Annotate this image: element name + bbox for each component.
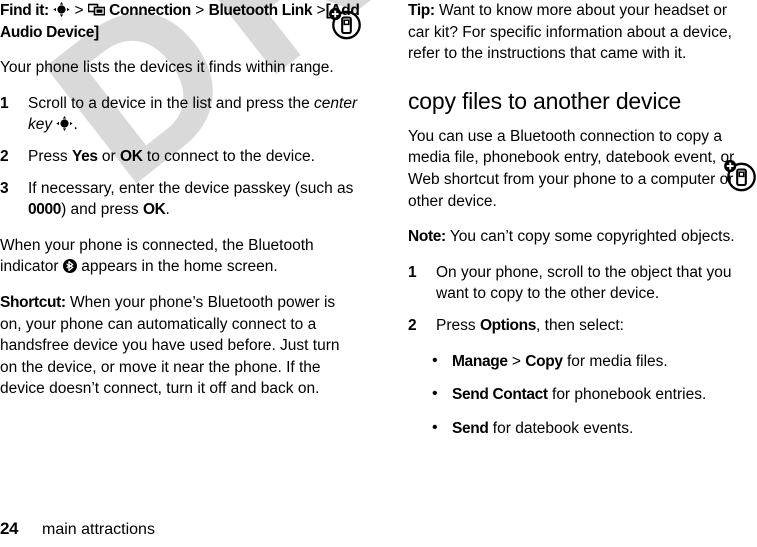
step-text-post: , then select:	[536, 316, 624, 334]
tip-paragraph: Tip: Want to know more about your headse…	[408, 0, 746, 65]
chapter-name: main attractions	[42, 521, 155, 538]
find-it-item-2: Bluetooth Link	[208, 2, 313, 19]
right-intro-paragraph: You can use a Bluetooth connection to co…	[408, 127, 735, 210]
find-it-separator-1: >	[74, 2, 84, 19]
add-audio-device-icon	[722, 158, 757, 194]
step-number: 3	[0, 179, 9, 197]
note-label: Note:	[408, 228, 446, 246]
step-number: 1	[408, 263, 417, 281]
step-passkey-value: 0000	[28, 201, 62, 219]
step-number: 2	[0, 147, 9, 165]
bt-paragraph-post: appears in the home screen.	[76, 258, 278, 276]
step-text-pre: Press	[28, 147, 72, 165]
step-item: 3 If necessary, enter the device passkey…	[0, 178, 360, 221]
step-item: 1 Scroll to a device in the list and pre…	[0, 93, 360, 136]
bullet-text: for datebook events.	[488, 419, 634, 437]
step-text-post: .	[73, 116, 78, 134]
menu-item-copy: Copy	[525, 352, 563, 370]
page-footer: 24 main attractions	[0, 519, 757, 539]
tip-label: Tip:	[408, 2, 435, 19]
left-steps-list: 1 Scroll to a device in the list and pre…	[0, 93, 360, 221]
bluetooth-indicator-icon	[62, 259, 77, 274]
step-text-post: to connect to the device.	[142, 147, 315, 165]
find-it-item-1: Connection	[109, 2, 191, 19]
manual-page: Find it: > Connection > Bluetooth Link >…	[0, 0, 757, 547]
list-item: Manage > Copy for media files.	[430, 350, 746, 373]
step-number: 1	[0, 94, 9, 112]
step-item: 1 On your phone, scroll to the object th…	[408, 262, 746, 305]
connection-icon	[87, 3, 105, 17]
bullet-text: for phonebook entries.	[547, 386, 707, 404]
step-text-post: .	[165, 201, 170, 219]
menu-item-send: Send	[452, 419, 489, 437]
find-it-separator-3: >	[316, 2, 326, 19]
step-text-mid: or	[97, 147, 121, 165]
step-softkey-yes: Yes	[71, 147, 98, 165]
step-text-pre: Press	[436, 316, 480, 334]
bluetooth-indicator-paragraph: When your phone is connected, the Blueto…	[0, 235, 360, 278]
list-item: Send Contact for phonebook entries.	[430, 383, 746, 406]
step-item: 2 Press Yes or OK to connect to the devi…	[0, 146, 360, 168]
step-softkey-ok: OK	[120, 147, 143, 165]
find-it-line: Find it: > Connection > Bluetooth Link >…	[0, 0, 360, 43]
note-paragraph: Note: You can’t copy some copyrighted ob…	[408, 226, 746, 248]
right-column: Tip: Want to know more about your headse…	[408, 0, 746, 451]
center-key-icon	[53, 2, 70, 17]
center-key-icon	[56, 116, 74, 132]
menu-item-send-contact: Send Contact	[452, 386, 548, 404]
page-number: 24	[0, 519, 19, 538]
step-softkey-ok: OK	[142, 201, 166, 219]
note-text: You can’t copy some copyrighted objects.	[445, 228, 735, 246]
step-number: 2	[408, 316, 417, 334]
step-text: On your phone, scroll to the object that…	[436, 263, 732, 303]
bullet-text: for media files.	[562, 352, 668, 370]
shortcut-label: Shortcut:	[0, 293, 66, 311]
step-item: 2 Press Options, then select:	[408, 315, 746, 337]
shortcut-paragraph: Shortcut: When your phone’s Bluetooth po…	[0, 292, 360, 400]
menu-options-bullet-list: Manage > Copy for media files. Send Cont…	[408, 350, 746, 440]
step-text-pre: If necessary, enter the device passkey (…	[28, 179, 354, 197]
list-item: Send for datebook events.	[430, 417, 746, 440]
right-steps-list: 1 On your phone, scroll to the object th…	[408, 262, 746, 337]
menu-separator: >	[507, 352, 526, 370]
step-text-mid: ) and press	[61, 201, 143, 219]
find-it-label: Find it:	[0, 2, 49, 19]
find-it-separator-2: >	[195, 2, 205, 19]
left-intro-paragraph: Your phone lists the devices it finds wi…	[0, 59, 334, 77]
step-softkey-options: Options	[479, 316, 537, 334]
left-column: Find it: > Connection > Bluetooth Link >…	[0, 0, 360, 414]
menu-item-manage: Manage	[452, 352, 508, 370]
section-heading-copy-files: copy files to another device	[408, 87, 682, 114]
tip-text: Want to know more about your headset or …	[408, 2, 732, 63]
step-text-pre: Scroll to a device in the list and press…	[28, 94, 315, 112]
add-audio-device-icon	[327, 6, 363, 42]
